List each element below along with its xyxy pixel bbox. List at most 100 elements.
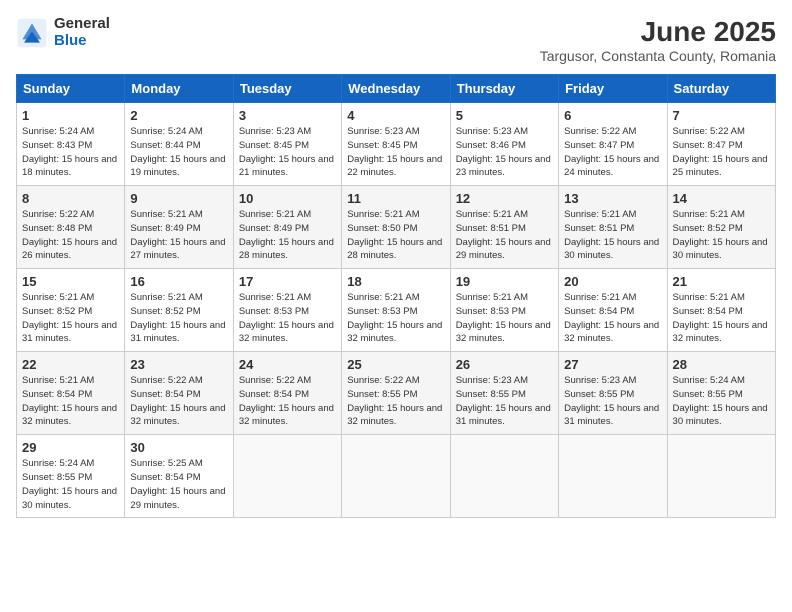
cell-content: Sunrise: 5:23 AMSunset: 8:45 PMDaylight:… (239, 125, 336, 180)
calendar-cell: 25 Sunrise: 5:22 AMSunset: 8:55 PMDayligh… (342, 352, 450, 435)
day-number: 6 (564, 108, 661, 123)
day-number: 26 (456, 357, 553, 372)
calendar-cell: 4 Sunrise: 5:23 AMSunset: 8:45 PMDaylight… (342, 103, 450, 186)
calendar-cell: 9 Sunrise: 5:21 AMSunset: 8:49 PMDaylight… (125, 186, 233, 269)
cell-content: Sunrise: 5:21 AMSunset: 8:54 PMDaylight:… (673, 291, 770, 346)
calendar-cell: 10 Sunrise: 5:21 AMSunset: 8:49 PMDayligh… (233, 186, 341, 269)
logo-icon (16, 17, 48, 49)
calendar-week-row: 1Sunrise: 5:24 AMSunset: 8:43 PMDaylight… (17, 103, 776, 186)
day-number: 19 (456, 274, 553, 289)
cell-content: Sunrise: 5:21 AMSunset: 8:49 PMDaylight:… (130, 208, 227, 263)
logo-general-text: General (54, 16, 110, 33)
calendar-cell (450, 435, 558, 518)
day-number: 15 (22, 274, 119, 289)
day-number: 7 (673, 108, 770, 123)
calendar-cell: 11 Sunrise: 5:21 AMSunset: 8:50 PMDayligh… (342, 186, 450, 269)
cell-content: Sunrise: 5:22 AMSunset: 8:54 PMDaylight:… (130, 374, 227, 429)
calendar: SundayMondayTuesdayWednesdayThursdayFrid… (16, 74, 776, 518)
cell-content: Sunrise: 5:21 AMSunset: 8:53 PMDaylight:… (347, 291, 444, 346)
cell-content: Sunrise: 5:21 AMSunset: 8:54 PMDaylight:… (564, 291, 661, 346)
calendar-cell (233, 435, 341, 518)
calendar-cell: 14 Sunrise: 5:21 AMSunset: 8:52 PMDayligh… (667, 186, 775, 269)
day-number: 5 (456, 108, 553, 123)
day-number: 16 (130, 274, 227, 289)
cell-content: Sunrise: 5:21 AMSunset: 8:54 PMDaylight:… (22, 374, 119, 429)
day-number: 3 (239, 108, 336, 123)
calendar-cell: 16 Sunrise: 5:21 AMSunset: 8:52 PMDayligh… (125, 269, 233, 352)
logo: General Blue (16, 16, 110, 49)
day-number: 12 (456, 191, 553, 206)
day-number: 23 (130, 357, 227, 372)
day-number: 8 (22, 191, 119, 206)
calendar-header: SundayMondayTuesdayWednesdayThursdayFrid… (17, 75, 776, 103)
calendar-cell: 29 Sunrise: 5:24 AMSunset: 8:55 PMDayligh… (17, 435, 125, 518)
day-number: 10 (239, 191, 336, 206)
weekday-header: Monday (125, 75, 233, 103)
calendar-cell: 28 Sunrise: 5:24 AMSunset: 8:55 PMDayligh… (667, 352, 775, 435)
cell-content: Sunrise: 5:21 AMSunset: 8:52 PMDaylight:… (130, 291, 227, 346)
cell-content: Sunrise: 5:21 AMSunset: 8:51 PMDaylight:… (564, 208, 661, 263)
day-number: 14 (673, 191, 770, 206)
day-number: 27 (564, 357, 661, 372)
weekday-header: Tuesday (233, 75, 341, 103)
calendar-week-row: 22 Sunrise: 5:21 AMSunset: 8:54 PMDayligh… (17, 352, 776, 435)
calendar-cell: 13Sunrise: 5:21 AMSunset: 8:51 PMDayligh… (559, 186, 667, 269)
calendar-cell: 23 Sunrise: 5:22 AMSunset: 8:54 PMDayligh… (125, 352, 233, 435)
cell-content: Sunrise: 5:22 AMSunset: 8:47 PMDaylight:… (564, 125, 661, 180)
cell-content: Sunrise: 5:24 AMSunset: 8:55 PMDaylight:… (22, 457, 119, 512)
cell-content: Sunrise: 5:23 AMSunset: 8:45 PMDaylight:… (347, 125, 444, 180)
calendar-cell: 3 Sunrise: 5:23 AMSunset: 8:45 PMDaylight… (233, 103, 341, 186)
calendar-cell: 7Sunrise: 5:22 AMSunset: 8:47 PMDaylight… (667, 103, 775, 186)
weekday-row: SundayMondayTuesdayWednesdayThursdayFrid… (17, 75, 776, 103)
day-number: 20 (564, 274, 661, 289)
calendar-cell (342, 435, 450, 518)
logo-text: General Blue (54, 16, 110, 49)
calendar-cell (667, 435, 775, 518)
day-number: 9 (130, 191, 227, 206)
calendar-cell: 18Sunrise: 5:21 AMSunset: 8:53 PMDayligh… (342, 269, 450, 352)
calendar-cell: 24 Sunrise: 5:22 AMSunset: 8:54 PMDayligh… (233, 352, 341, 435)
calendar-cell: 6 Sunrise: 5:22 AMSunset: 8:47 PMDaylight… (559, 103, 667, 186)
cell-content: Sunrise: 5:24 AMSunset: 8:55 PMDaylight:… (673, 374, 770, 429)
cell-content: Sunrise: 5:21 AMSunset: 8:51 PMDaylight:… (456, 208, 553, 263)
weekday-header: Saturday (667, 75, 775, 103)
day-number: 24 (239, 357, 336, 372)
calendar-cell: 5 Sunrise: 5:23 AMSunset: 8:46 PMDaylight… (450, 103, 558, 186)
day-number: 28 (673, 357, 770, 372)
cell-content: Sunrise: 5:22 AMSunset: 8:54 PMDaylight:… (239, 374, 336, 429)
calendar-cell: 27 Sunrise: 5:23 AMSunset: 8:55 PMDayligh… (559, 352, 667, 435)
calendar-cell: 22 Sunrise: 5:21 AMSunset: 8:54 PMDayligh… (17, 352, 125, 435)
cell-content: Sunrise: 5:21 AMSunset: 8:50 PMDaylight:… (347, 208, 444, 263)
cell-content: Sunrise: 5:25 AMSunset: 8:54 PMDaylight:… (130, 457, 227, 512)
calendar-cell (559, 435, 667, 518)
calendar-cell: 2Sunrise: 5:24 AMSunset: 8:44 PMDaylight… (125, 103, 233, 186)
location: Targusor, Constanta County, Romania (540, 48, 776, 64)
day-number: 22 (22, 357, 119, 372)
day-number: 21 (673, 274, 770, 289)
cell-content: Sunrise: 5:21 AMSunset: 8:52 PMDaylight:… (673, 208, 770, 263)
calendar-cell: 17Sunrise: 5:21 AMSunset: 8:53 PMDayligh… (233, 269, 341, 352)
calendar-body: 1Sunrise: 5:24 AMSunset: 8:43 PMDaylight… (17, 103, 776, 518)
cell-content: Sunrise: 5:21 AMSunset: 8:53 PMDaylight:… (456, 291, 553, 346)
day-number: 11 (347, 191, 444, 206)
weekday-header: Thursday (450, 75, 558, 103)
cell-content: Sunrise: 5:23 AMSunset: 8:55 PMDaylight:… (564, 374, 661, 429)
weekday-header: Wednesday (342, 75, 450, 103)
day-number: 29 (22, 440, 119, 455)
cell-content: Sunrise: 5:22 AMSunset: 8:55 PMDaylight:… (347, 374, 444, 429)
calendar-cell: 20 Sunrise: 5:21 AMSunset: 8:54 PMDayligh… (559, 269, 667, 352)
calendar-cell: 12 Sunrise: 5:21 AMSunset: 8:51 PMDayligh… (450, 186, 558, 269)
cell-content: Sunrise: 5:23 AMSunset: 8:46 PMDaylight:… (456, 125, 553, 180)
cell-content: Sunrise: 5:24 AMSunset: 8:43 PMDaylight:… (22, 125, 119, 180)
day-number: 17 (239, 274, 336, 289)
day-number: 25 (347, 357, 444, 372)
calendar-cell: 30Sunrise: 5:25 AMSunset: 8:54 PMDayligh… (125, 435, 233, 518)
header: General Blue June 2025 Targusor, Constan… (16, 16, 776, 64)
logo-blue-text: Blue (54, 33, 110, 50)
cell-content: Sunrise: 5:23 AMSunset: 8:55 PMDaylight:… (456, 374, 553, 429)
calendar-cell: 19 Sunrise: 5:21 AMSunset: 8:53 PMDayligh… (450, 269, 558, 352)
cell-content: Sunrise: 5:21 AMSunset: 8:49 PMDaylight:… (239, 208, 336, 263)
weekday-header: Sunday (17, 75, 125, 103)
cell-content: Sunrise: 5:24 AMSunset: 8:44 PMDaylight:… (130, 125, 227, 180)
day-number: 4 (347, 108, 444, 123)
